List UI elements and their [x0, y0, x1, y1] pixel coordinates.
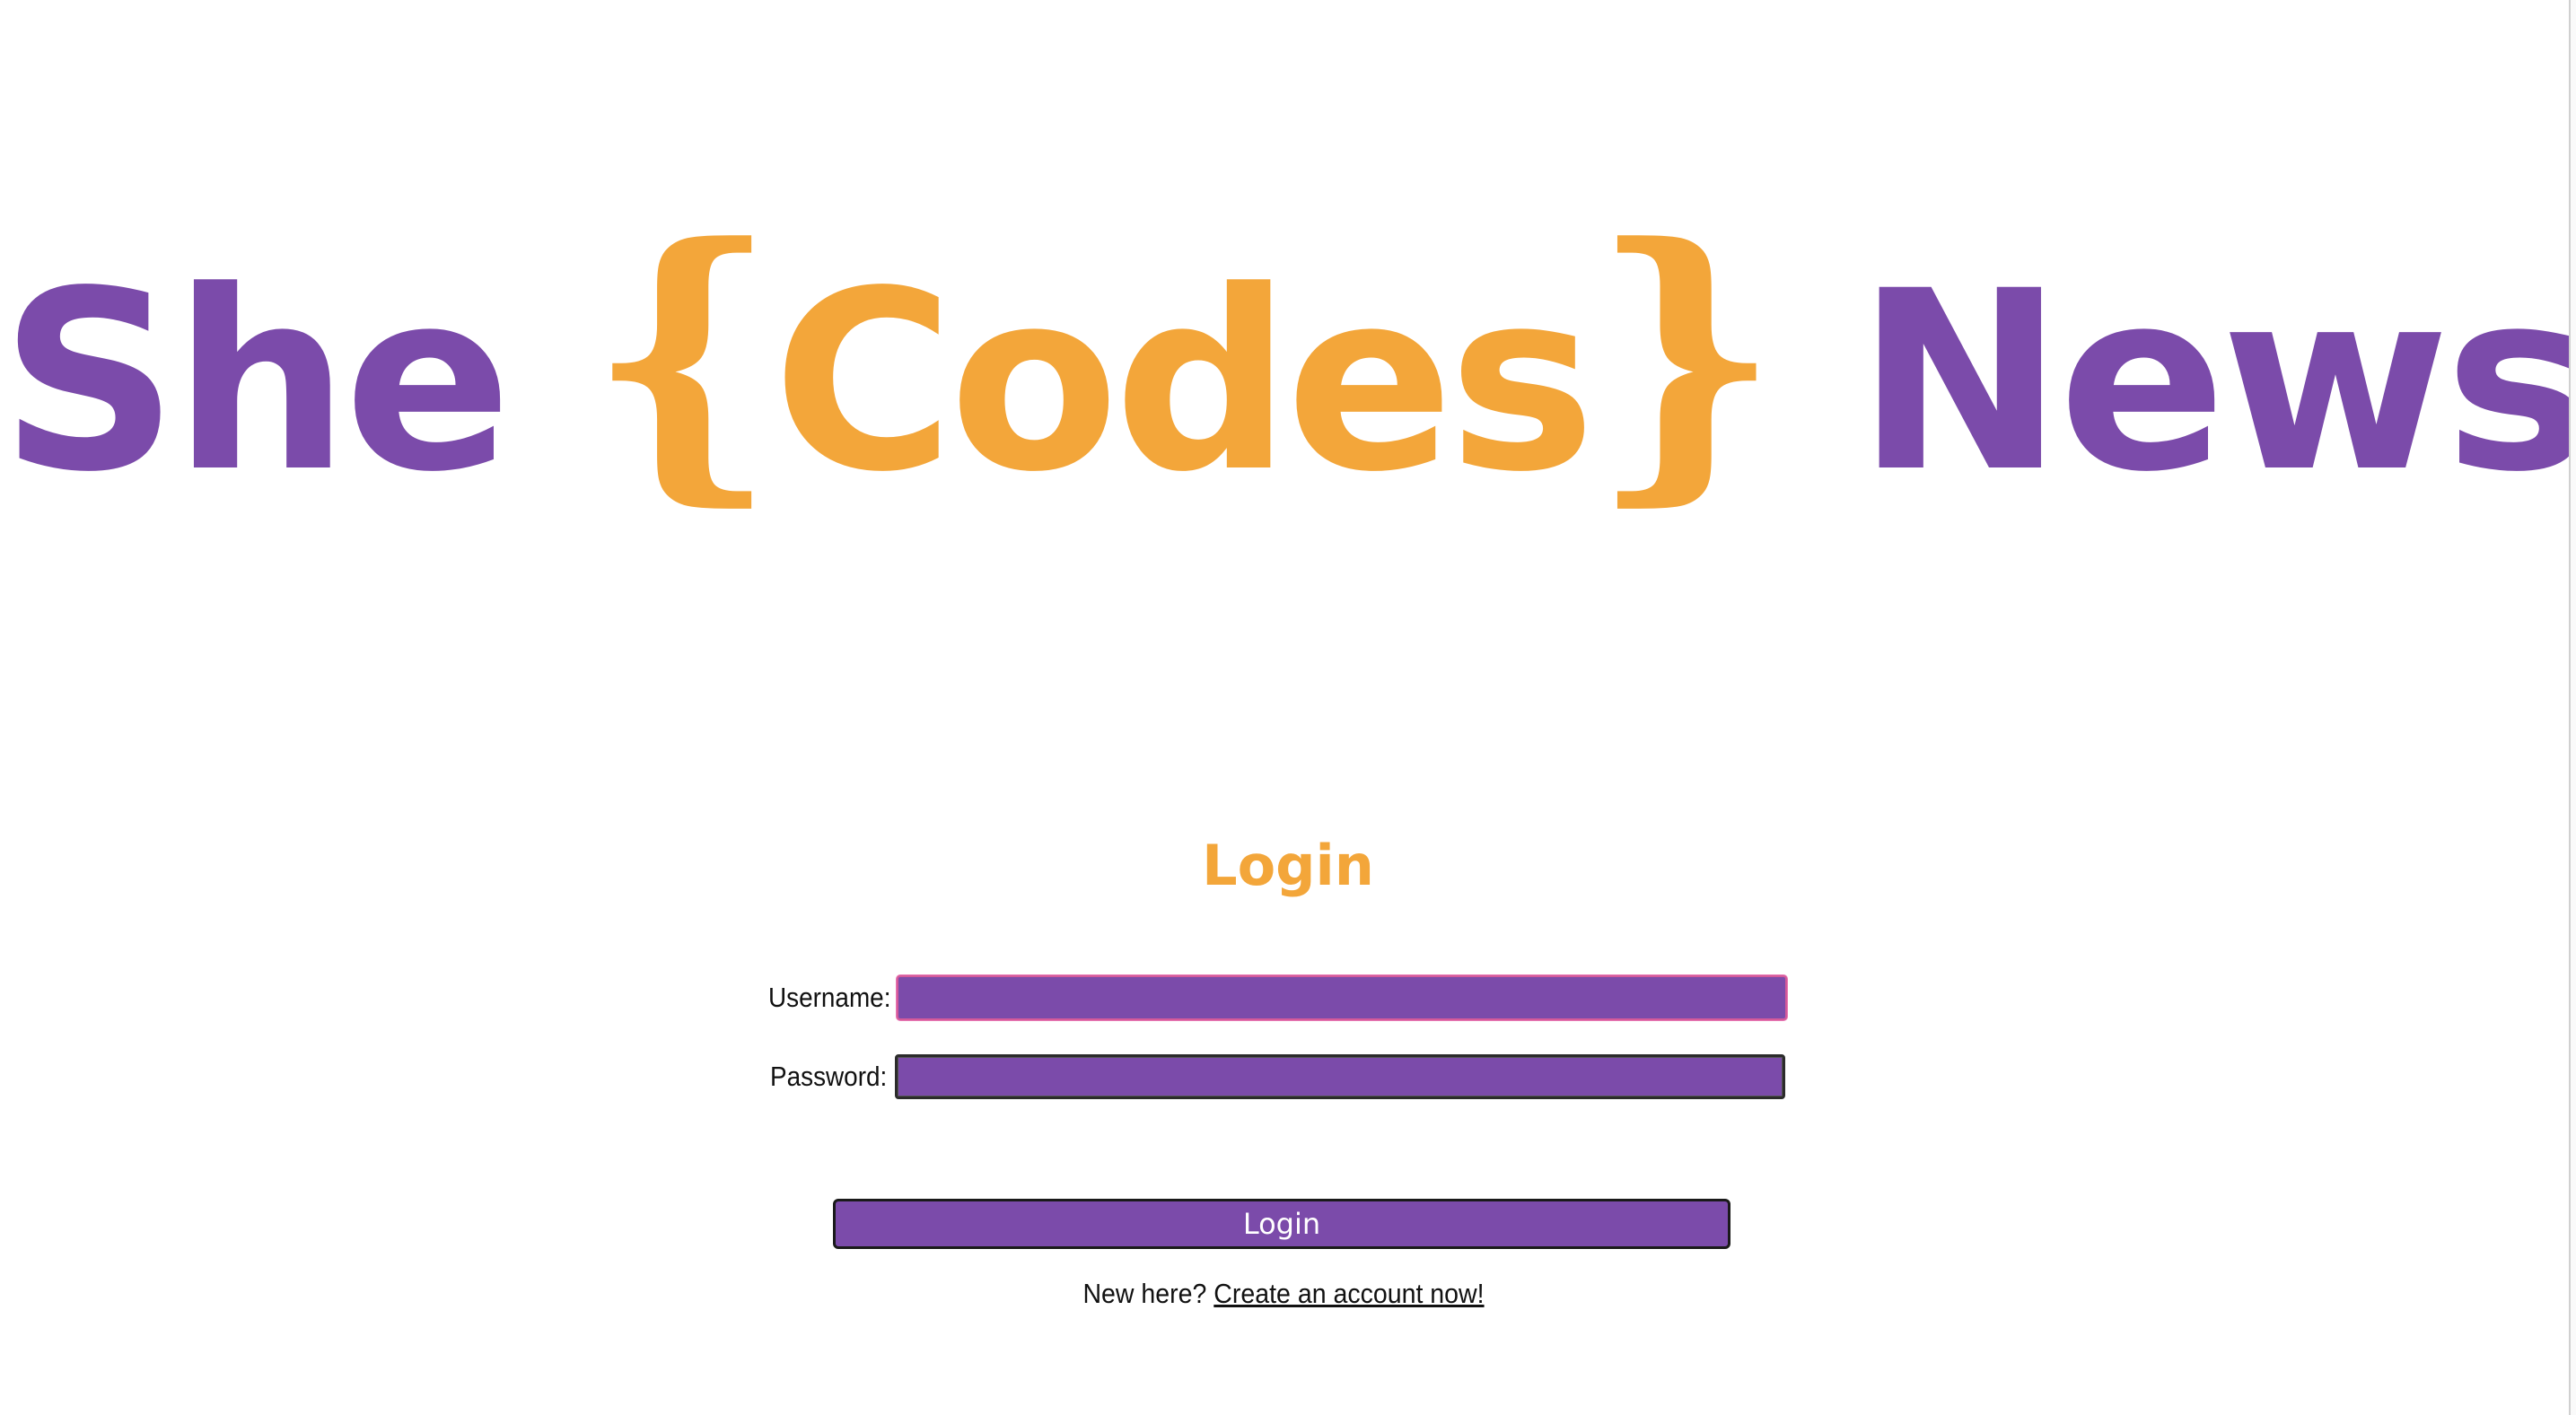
login-page: She {Codes} News Login Username: Passwor… — [0, 0, 2576, 1415]
logo-brace-open: { — [587, 182, 778, 530]
create-account-link[interactable]: Create an account now! — [1214, 1278, 1484, 1309]
login-button[interactable]: Login — [833, 1199, 1730, 1249]
logo-brace-close: } — [1590, 182, 1781, 530]
username-row: Username: — [768, 973, 1787, 1023]
password-row: Password: — [770, 1052, 1785, 1102]
signup-prompt-text: New here? — [1082, 1278, 1207, 1309]
password-label: Password: — [770, 1061, 888, 1092]
login-heading: Login — [1202, 833, 1374, 898]
site-logo: She {Codes} News — [0, 186, 2576, 554]
window-right-edge — [2569, 0, 2576, 1415]
username-label: Username: — [768, 982, 891, 1013]
logo-word-codes: Codes — [772, 239, 1596, 527]
logo-word-she: She — [0, 239, 512, 527]
password-input[interactable] — [895, 1054, 1785, 1099]
signup-prompt-inner: New here? Create an account now! — [1082, 1278, 1484, 1310]
signup-prompt-line: New here? Create an account now! — [0, 1278, 2567, 1310]
username-input[interactable] — [897, 975, 1787, 1020]
logo-word-news: News — [1856, 239, 2576, 527]
